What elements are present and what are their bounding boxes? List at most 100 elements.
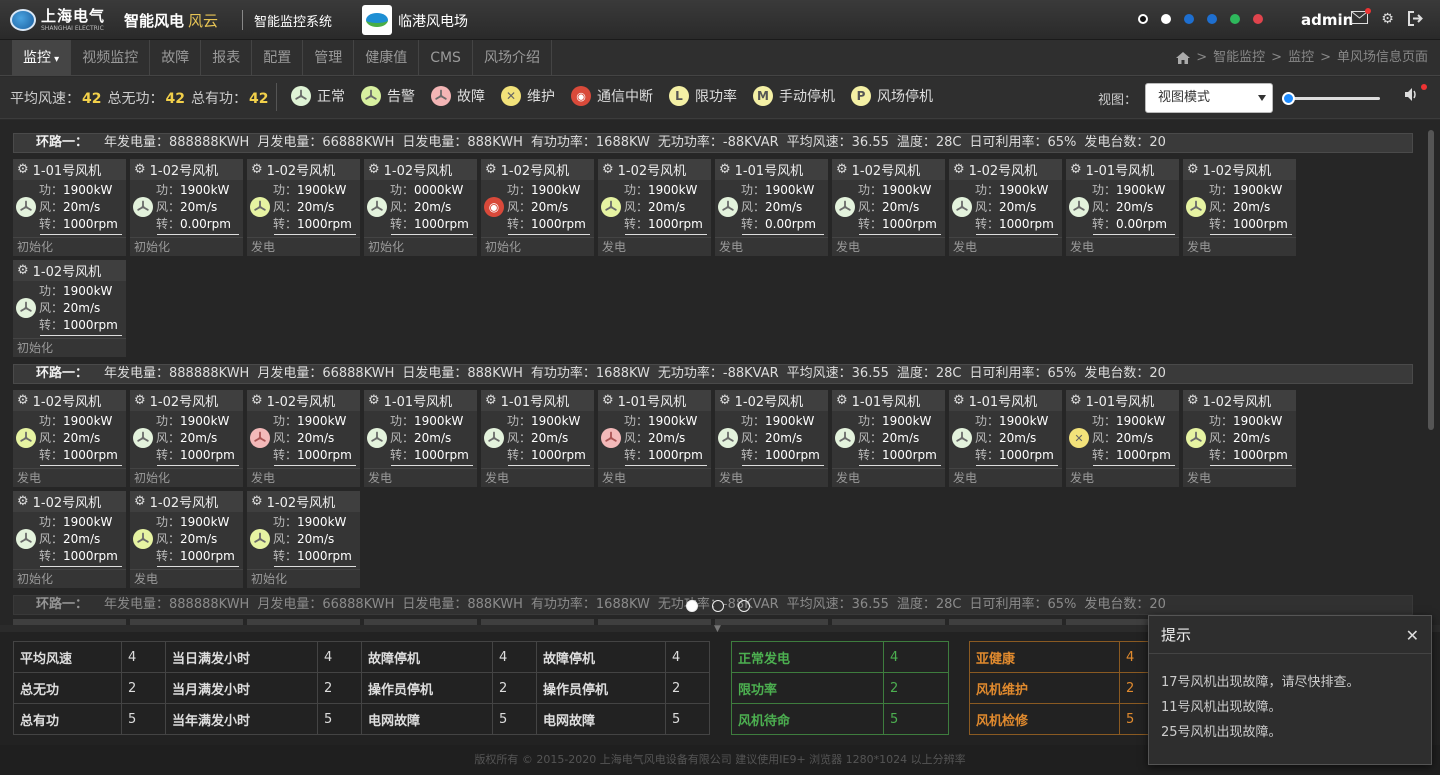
turbine-card[interactable]: ⚙ 1-01号风机 ✕ 功：1900kW 风：20m/s 转：1000rpm 发电	[1066, 390, 1179, 487]
gear-icon[interactable]: ⚙	[17, 393, 29, 408]
gear-icon[interactable]: ⚙	[953, 393, 965, 408]
gear-icon[interactable]: ⚙	[251, 162, 263, 177]
gear-icon[interactable]: ⚙	[134, 494, 146, 509]
gear-icon[interactable]: ⚙	[1070, 162, 1082, 177]
turbine-card[interactable]: ⚙ 1-02号风机 功：1900kW 风：20m/s 转：1000rpm 发电	[1183, 390, 1296, 487]
unit: rpm	[93, 318, 118, 332]
gear-icon[interactable]: ⚙	[17, 263, 29, 278]
gear-icon[interactable]: ⚙	[1187, 393, 1199, 408]
turbine-card[interactable]: ⚙ 1-02号风机 功：1900kW 风：20m/s 转：1000rpm 初始化	[130, 390, 243, 487]
gear-icon[interactable]: ⚙	[251, 393, 263, 408]
tab-item[interactable]: 风场介绍	[473, 40, 552, 76]
tab-item[interactable]: CMS	[419, 40, 473, 76]
gear-icon[interactable]: ⚙	[602, 162, 614, 177]
tab-item[interactable]: 报表	[201, 40, 253, 76]
gear-icon[interactable]: ⚙	[953, 162, 965, 177]
site-name[interactable]: 临港风电场	[398, 11, 468, 31]
status-dot[interactable]	[1161, 14, 1171, 24]
speaker-icon[interactable]	[1405, 84, 1427, 106]
gear-icon[interactable]: ⚙	[485, 162, 497, 177]
legend-item[interactable]: 正常	[291, 86, 345, 106]
status-dot[interactable]	[1230, 14, 1240, 24]
turbine-card[interactable]: ⚙ 1-01号风机 功：1900kW 风：20m/s 转：1000rpm 初始化	[13, 159, 126, 256]
breadcrumb-item[interactable]: 智能监控	[1213, 40, 1265, 76]
turbine-card[interactable]: ⚙ 1-02号风机 功：1900kW 风：20m/s 转：1000rpm 发电	[247, 390, 360, 487]
turbine-card[interactable]: ⚙ 1-02号风机 功：1900kW 风：20m/s 转：1000rpm 初始化	[13, 491, 126, 588]
gear-icon[interactable]: ⚙	[251, 494, 263, 509]
turbine-card[interactable]: ⚙ 1-02号风机 功：1900kW 风：20m/s 转：1000rpm 发电	[130, 491, 243, 588]
turbine-card[interactable]: ⚙ 1-01号风机 功：1900kW 风：20m/s 转：1000rpm 发电	[481, 390, 594, 487]
turbine-card[interactable]: ⚙ 1-01号风机 功：1900kW 风：20m/s 转：1000rpm 发电	[832, 390, 945, 487]
legend-item[interactable]: L 限功率	[669, 86, 737, 106]
page-dot-active[interactable]	[686, 600, 698, 612]
gear-icon[interactable]: ⚙	[485, 393, 497, 408]
legend-item[interactable]: 告警	[361, 86, 415, 106]
value-label: 功：	[741, 414, 766, 428]
turbine-card[interactable]: ⚙ 1-02号风机 功：1900kW 风：20m/s 转：0.00rpm 初始化	[130, 159, 243, 256]
gear-icon[interactable]: ⚙	[134, 393, 146, 408]
turbine-card[interactable]: ⚙ 1-01号风机 功：1900kW 风：20m/s 转：1000rpm 发电	[949, 390, 1062, 487]
tab-item[interactable]: 监控 ▾	[12, 40, 72, 76]
speed-underline	[391, 465, 473, 466]
close-icon[interactable]: ✕	[1406, 626, 1419, 645]
view-select[interactable]: 视图模式	[1145, 83, 1273, 113]
turbine-card[interactable]: ⚙ 1-02号风机 功：1900kW 风：20m/s 转：1000rpm 发电	[598, 159, 711, 256]
gear-icon[interactable]: ⚙	[368, 393, 380, 408]
gear-icon[interactable]: ⚙	[17, 162, 29, 177]
tab-item[interactable]: 视频监控	[71, 40, 151, 76]
scrollbar[interactable]	[1428, 130, 1434, 430]
tab-item[interactable]: 健康值	[354, 40, 420, 76]
gear-icon[interactable]: ⚙	[134, 162, 146, 177]
legend-item[interactable]: ✕ 维护	[501, 86, 555, 106]
status-dot[interactable]	[1253, 14, 1263, 24]
turbine-card[interactable]: ⚙ 1-01号风机 功：1900kW 风：20m/s 转：1000rpm 发电	[364, 390, 477, 487]
turbine-power: 功：1900kW	[156, 413, 235, 430]
turbine-card[interactable]: ⚙ 1-01号风机 功：1900kW 风：20m/s 转：1000rpm 发电	[598, 390, 711, 487]
zoom-slider[interactable]	[1282, 92, 1380, 105]
turbine-card[interactable]: ⚙ 1-01号风机 功：1900kW 风：20m/s 转：0.00rpm 发电	[715, 159, 828, 256]
turbine-card[interactable]: ⚙ 1-02号风机 功：1900kW 风：20m/s 转：1000rpm 发电	[832, 159, 945, 256]
turbine-card[interactable]: ⚙ 1-02号风机 功：1900kW 风：20m/s 转：1000rpm 发电	[949, 159, 1062, 256]
turbine-card[interactable]: ⚙ 1-02号风机 功：1900kW 风：20m/s 转：1000rpm 发电	[1183, 159, 1296, 256]
gear-icon[interactable]: ⚙	[836, 393, 848, 408]
mail-icon[interactable]	[1351, 8, 1371, 28]
gear-icon[interactable]: ⚙	[17, 494, 29, 509]
turbine-card[interactable]: ⚙ 1-02号风机 功：1900kW 风：20m/s 转：1000rpm 发电	[247, 159, 360, 256]
tab-item[interactable]: 管理	[303, 40, 355, 76]
home-icon[interactable]	[1176, 52, 1191, 64]
legend-item[interactable]: 故障	[431, 86, 485, 106]
turbine-card[interactable]: ⚙ 1-02号风机 功：1900kW 风：20m/s 转：1000rpm 发电	[715, 390, 828, 487]
legend-item[interactable]: P 风场停机	[851, 86, 933, 106]
tab-item[interactable]: 配置	[252, 40, 304, 76]
turbine-card[interactable]: ⚙ 1-02号风机 功：1900kW 风：20m/s 转：1000rpm 初始化	[13, 260, 126, 357]
status-dot[interactable]	[1184, 14, 1194, 24]
turbine-card[interactable]: ⚙ 1-02号风机 功：1900kW 风：20m/s 转：1000rpm 发电	[13, 390, 126, 487]
gear-icon[interactable]: ⚙	[1187, 162, 1199, 177]
status-dot[interactable]	[1207, 14, 1217, 24]
status-dot[interactable]	[1138, 14, 1148, 24]
company-logo[interactable]: 上海电气 SHANGHAI ELECTRIC	[10, 8, 105, 32]
gear-icon[interactable]: ⚙	[836, 162, 848, 177]
gear-icon[interactable]: ⚙	[602, 393, 614, 408]
turbine-card[interactable]: ⚙ 1-02号风机 ◉ 功：1900kW 风：20m/s 转：1000rpm 初始化	[481, 159, 594, 256]
user-name[interactable]: admin	[1301, 11, 1353, 29]
legend-label: 手动停机	[779, 89, 835, 105]
summary-value: 2	[492, 672, 537, 704]
slider-handle[interactable]	[1282, 92, 1295, 105]
page-dot[interactable]	[712, 600, 724, 612]
legend-item[interactable]: M 手动停机	[753, 86, 835, 106]
turbine-card[interactable]: ⚙ 1-02号风机 功：0000kW 风：20m/s 转：1000rpm 初始化	[364, 159, 477, 256]
legend-item[interactable]: ◉ 通信中断	[571, 86, 653, 106]
logout-icon[interactable]	[1407, 11, 1424, 28]
gear-icon[interactable]: ⚙	[1379, 11, 1396, 28]
turbine-card[interactable]: ⚙ 1-01号风机 功：1900kW 风：20m/s 转：0.00rpm 发电	[1066, 159, 1179, 256]
gear-icon[interactable]: ⚙	[368, 162, 380, 177]
turbine-name: 1-02号风机	[32, 395, 102, 410]
tab-item[interactable]: 故障	[150, 40, 202, 76]
gear-icon[interactable]: ⚙	[1070, 393, 1082, 408]
gear-icon[interactable]: ⚙	[719, 393, 731, 408]
breadcrumb-item[interactable]: 监控	[1288, 40, 1314, 76]
gear-icon[interactable]: ⚙	[719, 162, 731, 177]
turbine-card[interactable]: ⚙ 1-02号风机 功：1900kW 风：20m/s 转：1000rpm 初始化	[247, 491, 360, 588]
page-dot[interactable]	[738, 600, 750, 612]
